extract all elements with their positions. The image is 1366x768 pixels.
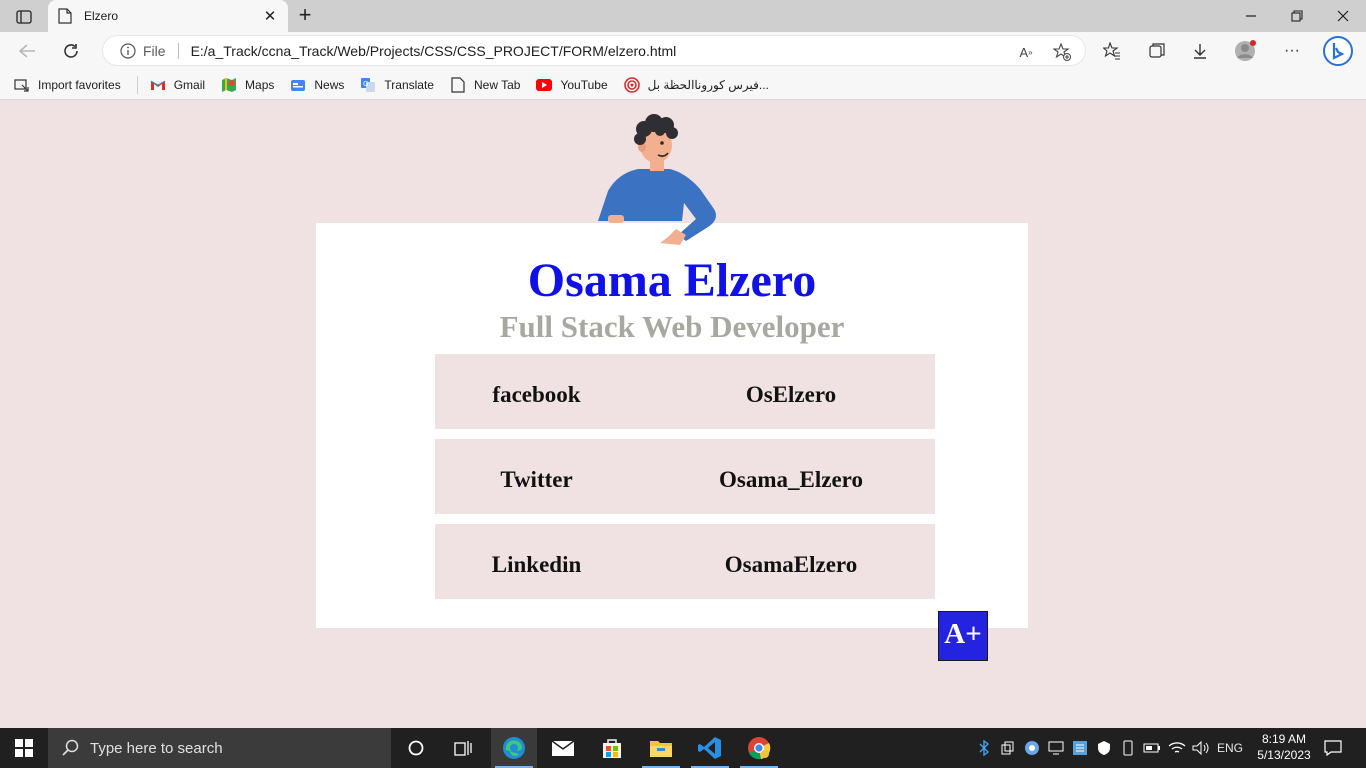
favorite-label: فيرس كوروناالحظة بل... bbox=[647, 77, 769, 92]
favorite-news[interactable]: News bbox=[290, 72, 344, 98]
favorite-label: Maps bbox=[245, 77, 275, 92]
collections-icon[interactable] bbox=[1144, 38, 1170, 64]
search-icon bbox=[62, 739, 79, 756]
network-app-icon[interactable] bbox=[1022, 728, 1042, 768]
social-handle: Osama_Elzero bbox=[719, 467, 863, 492]
browser-tab[interactable]: Elzero ✕ bbox=[48, 0, 288, 32]
social-handle: OsElzero bbox=[745, 382, 837, 407]
new-tab-button[interactable]: + bbox=[292, 3, 318, 29]
close-window-button[interactable] bbox=[1320, 0, 1366, 32]
social-network: facebook bbox=[492, 382, 581, 407]
notifications-icon[interactable] bbox=[1318, 728, 1348, 768]
file-explorer-icon[interactable] bbox=[638, 728, 684, 768]
battery-icon[interactable] bbox=[1142, 728, 1162, 768]
store-icon[interactable] bbox=[589, 728, 635, 768]
windows-taskbar: Type here to search ENG 8:19 AM 5/13/202… bbox=[0, 728, 1366, 768]
target-icon bbox=[623, 76, 640, 93]
news-icon bbox=[290, 77, 306, 93]
import-icon bbox=[14, 77, 30, 93]
bing-chat-icon[interactable] bbox=[1322, 35, 1354, 67]
social-row-facebook[interactable]: facebook OsElzero bbox=[435, 354, 935, 429]
read-aloud-icon[interactable]: A» bbox=[1015, 41, 1037, 63]
favorite-label: New Tab bbox=[473, 77, 521, 92]
system-clock[interactable]: 8:19 AM 5/13/2023 bbox=[1246, 731, 1322, 763]
language-indicator[interactable]: ENG bbox=[1214, 728, 1246, 768]
back-button[interactable] bbox=[12, 36, 42, 66]
address-separator bbox=[177, 42, 179, 59]
social-row-linkedin[interactable]: Linkedin OsamaElzero bbox=[435, 524, 935, 599]
clock-date: 5/13/2023 bbox=[1257, 748, 1311, 762]
close-tab-icon[interactable]: ✕ bbox=[262, 7, 278, 25]
volume-icon[interactable] bbox=[1190, 728, 1212, 768]
social-network: Linkedin bbox=[491, 552, 582, 577]
maps-icon bbox=[221, 77, 237, 93]
developer-illustration bbox=[598, 114, 716, 245]
favorite-gmail[interactable]: Gmail bbox=[150, 72, 205, 98]
tab-actions-icon[interactable] bbox=[10, 6, 38, 28]
file-label: File bbox=[143, 42, 166, 59]
favorites-bar: Import favorites Gmail Maps News G Trans… bbox=[0, 70, 1366, 100]
search-placeholder: Type here to search bbox=[90, 739, 223, 757]
chrome-icon[interactable] bbox=[736, 728, 782, 768]
favorite-youtube[interactable]: YouTube bbox=[536, 72, 608, 98]
browser-toolbar: File E:/a_Track/ccna_Track/Web/Projects/… bbox=[0, 32, 1366, 70]
windows-start-icon[interactable] bbox=[0, 728, 48, 768]
url-text[interactable]: E:/a_Track/ccna_Track/Web/Projects/CSS/C… bbox=[191, 43, 677, 59]
favorite-label: Gmail bbox=[173, 77, 206, 92]
page-icon bbox=[450, 76, 466, 93]
social-network: Twitter bbox=[500, 467, 573, 492]
restore-button[interactable] bbox=[1274, 0, 1320, 32]
more-options-icon[interactable]: ··· bbox=[1279, 38, 1305, 64]
profile-name: Osama Elzero bbox=[527, 254, 817, 307]
shield-icon[interactable] bbox=[1094, 728, 1114, 768]
add-favorite-icon[interactable] bbox=[1051, 41, 1073, 63]
favorites-icon[interactable] bbox=[1099, 38, 1125, 64]
clock-time: 8:19 AM bbox=[1261, 732, 1307, 746]
favorite-label: Import favorites bbox=[38, 77, 121, 92]
favorite-label: YouTube bbox=[560, 77, 608, 92]
mail-icon[interactable] bbox=[540, 728, 586, 768]
profile-avatar[interactable] bbox=[1232, 38, 1258, 64]
favorite-import[interactable]: Import favorites bbox=[14, 72, 121, 98]
phone-link-icon[interactable] bbox=[1118, 728, 1138, 768]
favorite-label: Translate bbox=[384, 77, 434, 92]
edge-taskbar-icon[interactable] bbox=[491, 728, 537, 768]
task-view-icon[interactable] bbox=[440, 728, 486, 768]
copy-icon[interactable] bbox=[998, 728, 1018, 768]
translate-icon: G bbox=[360, 77, 376, 93]
tab-title: Elzero bbox=[84, 9, 119, 23]
social-row-twitter[interactable]: Twitter Osama_Elzero bbox=[435, 439, 935, 514]
favorites-divider bbox=[136, 75, 138, 94]
downloads-icon[interactable] bbox=[1187, 38, 1213, 64]
favorite-maps[interactable]: Maps bbox=[221, 72, 274, 98]
vscode-icon[interactable] bbox=[687, 728, 733, 768]
profile-card: Osama Elzero Full Stack Web Developer fa… bbox=[316, 223, 1028, 628]
tools-icon[interactable] bbox=[1070, 728, 1090, 768]
social-handle: OsamaElzero bbox=[724, 552, 858, 577]
favorite-new-tab[interactable]: New Tab bbox=[450, 72, 520, 98]
tab-strip: Elzero ✕ + bbox=[0, 0, 1366, 32]
page-icon bbox=[58, 8, 72, 24]
svg-text:G: G bbox=[363, 80, 368, 88]
info-icon[interactable] bbox=[119, 42, 137, 60]
page-viewport: Osama Elzero Full Stack Web Developer fa… bbox=[0, 101, 1366, 728]
refresh-button[interactable] bbox=[56, 36, 86, 66]
font-size-increase-button[interactable]: A+ bbox=[938, 611, 988, 661]
minimize-button[interactable] bbox=[1228, 0, 1274, 32]
favorite-corona[interactable]: فيرس كوروناالحظة بل... bbox=[623, 72, 769, 98]
cortana-icon[interactable] bbox=[393, 728, 439, 768]
favorite-translate[interactable]: G Translate bbox=[360, 72, 434, 98]
favorite-label: News bbox=[314, 77, 345, 92]
youtube-icon bbox=[536, 77, 553, 93]
gmail-icon bbox=[150, 77, 166, 93]
profile-role: Full Stack Web Developer bbox=[499, 309, 845, 344]
taskbar-search-input[interactable]: Type here to search bbox=[48, 728, 391, 768]
wifi-icon[interactable] bbox=[1166, 728, 1188, 768]
bluetooth-icon[interactable] bbox=[976, 728, 992, 768]
display-icon[interactable] bbox=[1046, 728, 1066, 768]
address-bar[interactable]: File E:/a_Track/ccna_Track/Web/Projects/… bbox=[102, 35, 1086, 66]
